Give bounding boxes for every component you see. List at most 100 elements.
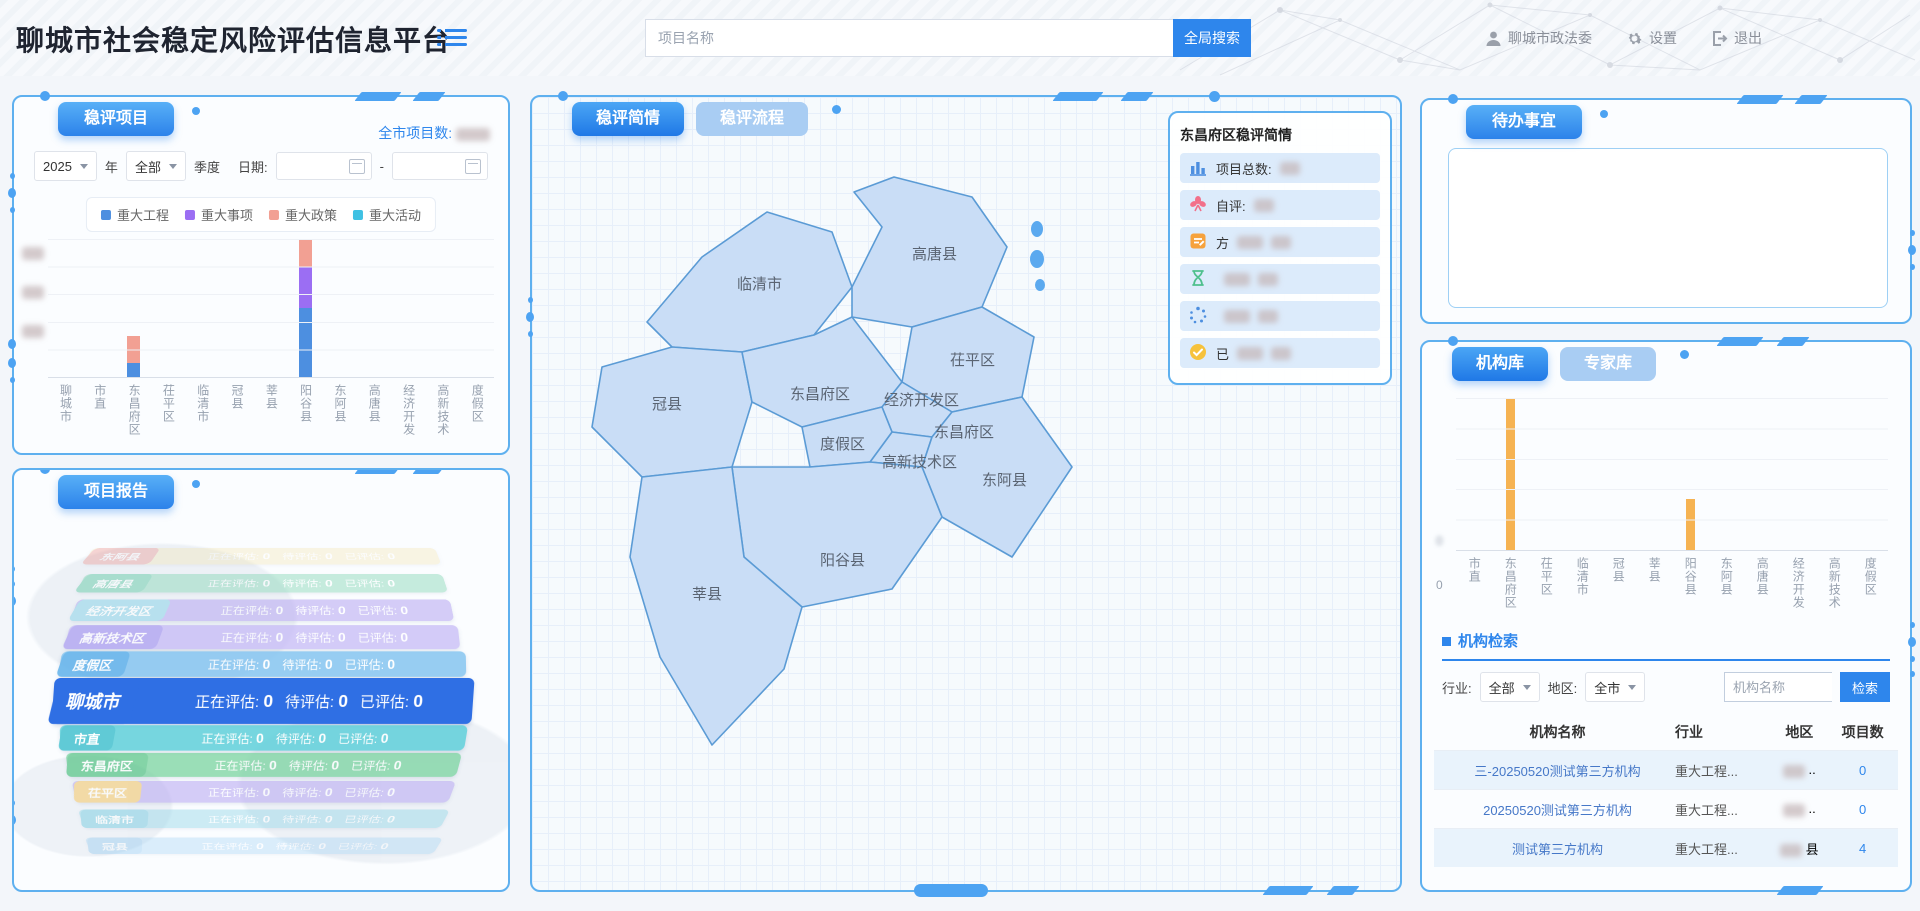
settings-button[interactable]: 设置 bbox=[1626, 28, 1677, 48]
region-select[interactable]: 全市 bbox=[1585, 672, 1645, 702]
bar-segment-重大事项 bbox=[299, 267, 312, 308]
report-row-东昌府区[interactable]: 东昌府区正在评估: 0待评估: 0已评估: 0 bbox=[66, 753, 463, 777]
map-region-guanxian[interactable] bbox=[592, 347, 752, 477]
year-select[interactable]: 2025 bbox=[34, 151, 97, 181]
region-badge: 市直 bbox=[58, 725, 116, 750]
report-row-临清市[interactable]: 临清市正在评估: 0待评估: 0已评估: 0 bbox=[78, 810, 450, 828]
page-title: 聊城市社会稳定风险评估信息平台 bbox=[16, 19, 451, 59]
bar-阳谷县 bbox=[299, 239, 312, 377]
region-stats: 正在评估: 0待评估: 0已评估: 0 bbox=[157, 813, 448, 825]
industry-label: 行业: bbox=[1442, 678, 1472, 697]
legend-item[interactable]: 重大政策 bbox=[269, 205, 337, 224]
org-name-link[interactable]: 三-20250520测试第三方机构 bbox=[1440, 761, 1675, 780]
project-filters: 2025 年 全部 季度 日期: - bbox=[34, 151, 488, 181]
panel-organizations: 机构库专家库 市直东昌府区茌平区临清市冠县莘县阳谷县东阿县高唐县经济开发高新技术… bbox=[1420, 340, 1912, 892]
panel-map: 稳评简情稳评流程 临清市高唐县冠县茌平区东昌府区经济开发区东昌府区高新技 bbox=[530, 95, 1402, 892]
map-region-gaotang[interactable] bbox=[852, 177, 1007, 327]
report-row-冠县[interactable]: 冠县正在评估: 0待评估: 0已评估: 0 bbox=[85, 838, 444, 854]
chevron-down-icon bbox=[1628, 685, 1636, 690]
region-stats: 正在评估: 0待评估: 0已评估: 0 bbox=[169, 629, 460, 645]
district-summary-title: 东昌府区稳评简情 bbox=[1180, 125, 1380, 145]
global-search-button[interactable]: 全局搜索 bbox=[1173, 19, 1251, 57]
table-header: 机构名称行业地区项目数 bbox=[1434, 714, 1898, 750]
summary-row bbox=[1180, 301, 1380, 331]
date-start-input[interactable] bbox=[276, 152, 372, 180]
table-row[interactable]: 三-20250520测试第三方机构重大工程... ..0 bbox=[1434, 750, 1898, 789]
calendar-icon bbox=[465, 159, 481, 174]
report-row-东阿县[interactable]: 东阿县正在评估: 0待评估: 0已评估: 0 bbox=[83, 548, 442, 564]
legend-item[interactable]: 重大事项 bbox=[185, 205, 253, 224]
settings-label: 设置 bbox=[1649, 28, 1677, 48]
date-end-input[interactable] bbox=[392, 152, 488, 180]
summary-row: 项目总数: bbox=[1180, 153, 1380, 183]
legend-item[interactable]: 重大活动 bbox=[353, 205, 421, 224]
x-axis-label: 阳谷县 bbox=[299, 384, 312, 468]
summary-row: 方 bbox=[1180, 227, 1380, 257]
report-row-市直[interactable]: 市直正在评估: 0待评估: 0已评估: 0 bbox=[60, 725, 468, 750]
summary-row bbox=[1180, 264, 1380, 294]
org-name-link[interactable]: 20250520测试第三方机构 bbox=[1440, 800, 1675, 819]
tab-机构库[interactable]: 机构库 bbox=[1452, 347, 1548, 381]
report-row-经济开发区[interactable]: 经济开发区正在评估: 0待评估: 0已评估: 0 bbox=[70, 599, 454, 621]
x-axis-label: 莘县 bbox=[265, 384, 278, 468]
map-region-dongexian[interactable] bbox=[922, 397, 1072, 557]
org-name-link[interactable]: 测试第三方机构 bbox=[1440, 839, 1675, 858]
chevron-down-icon bbox=[169, 164, 177, 169]
year-suffix: 年 bbox=[105, 157, 118, 176]
legend-item[interactable]: 重大工程 bbox=[101, 205, 169, 224]
citywide-project-count: 全市项目数: bbox=[378, 123, 490, 143]
report-row-聊城市[interactable]: 聊城市正在评估: 0待评估: 0已评估: 0 bbox=[51, 678, 474, 724]
user-menu[interactable]: 聊城市政法委 bbox=[1485, 28, 1592, 48]
region-stats: 正在评估: 0待评估: 0已评估: 0 bbox=[157, 757, 461, 773]
org-region: .. bbox=[1765, 762, 1833, 777]
bar-东昌府区 bbox=[1506, 398, 1515, 550]
district-summary-card: 东昌府区稳评简情 项目总数:自评:方已 bbox=[1168, 111, 1392, 385]
hamburger-menu-icon[interactable] bbox=[437, 25, 467, 51]
x-axis-label: 高唐县 bbox=[368, 384, 381, 468]
table-row[interactable]: 20250520测试第三方机构重大工程... ..0 bbox=[1434, 789, 1898, 828]
industry-select[interactable]: 全部 bbox=[1480, 672, 1540, 702]
region-stats: 正在评估: 0待评估: 0已评估: 0 bbox=[136, 656, 466, 673]
legend-swatch bbox=[101, 210, 111, 220]
region-badge: 临清市 bbox=[80, 810, 149, 828]
report-row-高新技术区[interactable]: 高新技术区正在评估: 0待评估: 0已评估: 0 bbox=[64, 625, 461, 649]
region-stats: 正在评估: 0待评估: 0已评估: 0 bbox=[144, 691, 473, 712]
dots-circle-icon bbox=[1188, 305, 1208, 328]
tab-稳评流程[interactable]: 稳评流程 bbox=[696, 102, 808, 136]
app-root: 聊城市社会稳定风险评估信息平台 全局搜索 聊城市政法委 设置 bbox=[0, 0, 1920, 911]
quarter-select[interactable]: 全部 bbox=[126, 151, 186, 181]
redacted-value bbox=[456, 128, 490, 141]
projects-bar-chart: 聊城市市直东昌府区茌平区临清市冠县莘县阳谷县东阿县高唐县经济开发高新技术度假区 bbox=[48, 239, 494, 439]
panel-title-badge: 待办事宜 bbox=[1466, 105, 1582, 139]
region-stats: 正在评估: 0待评估: 0已评估: 0 bbox=[163, 551, 440, 562]
user-name: 聊城市政法委 bbox=[1508, 28, 1592, 48]
bar-segment-重大政策 bbox=[127, 336, 140, 364]
table-row[interactable]: 测试第三方机构重大工程... 县4 bbox=[1434, 828, 1898, 867]
org-search-button[interactable]: 检索 bbox=[1840, 672, 1890, 702]
x-axis-label: 东昌府区 bbox=[127, 384, 140, 468]
report-row-茌平区[interactable]: 茌平区正在评估: 0待评估: 0已评估: 0 bbox=[72, 781, 456, 803]
region-badge: 东阿县 bbox=[80, 548, 160, 564]
bar-segment-重大政策 bbox=[299, 239, 312, 267]
header: 聊城市社会稳定风险评估信息平台 全局搜索 聊城市政法委 设置 bbox=[0, 0, 1920, 76]
org-tabset: 机构库专家库 bbox=[1452, 347, 1656, 381]
report-row-度假区[interactable]: 度假区正在评估: 0待评估: 0已评估: 0 bbox=[58, 651, 466, 676]
panel-stability-projects: 稳评项目 全市项目数: 2025 年 全部 季度 日期: - 重大工程重大事项重… bbox=[12, 95, 510, 455]
org-industry: 重大工程... bbox=[1675, 761, 1765, 780]
bar-阳谷县 bbox=[1686, 499, 1695, 550]
global-search-input[interactable] bbox=[645, 19, 1173, 57]
org-industry: 重大工程... bbox=[1675, 839, 1765, 858]
legend-swatch bbox=[353, 210, 363, 220]
report-row-高唐县[interactable]: 高唐县正在评估: 0待评估: 0已评估: 0 bbox=[76, 574, 448, 592]
gear-icon bbox=[1626, 30, 1643, 47]
bar-东昌府区 bbox=[127, 336, 140, 377]
region-stats: 正在评估: 0待评估: 0已评估: 0 bbox=[151, 841, 442, 852]
org-name-input[interactable] bbox=[1724, 672, 1832, 702]
x-axis-label: 聊城市 bbox=[59, 384, 72, 468]
summary-label: 方 bbox=[1216, 233, 1229, 252]
logout-button[interactable]: 退出 bbox=[1711, 28, 1762, 48]
region-stats: 正在评估: 0待评估: 0已评估: 0 bbox=[156, 577, 447, 589]
tab-专家库[interactable]: 专家库 bbox=[1560, 347, 1656, 381]
todo-empty-list bbox=[1448, 148, 1888, 308]
tab-稳评简情[interactable]: 稳评简情 bbox=[572, 102, 684, 136]
